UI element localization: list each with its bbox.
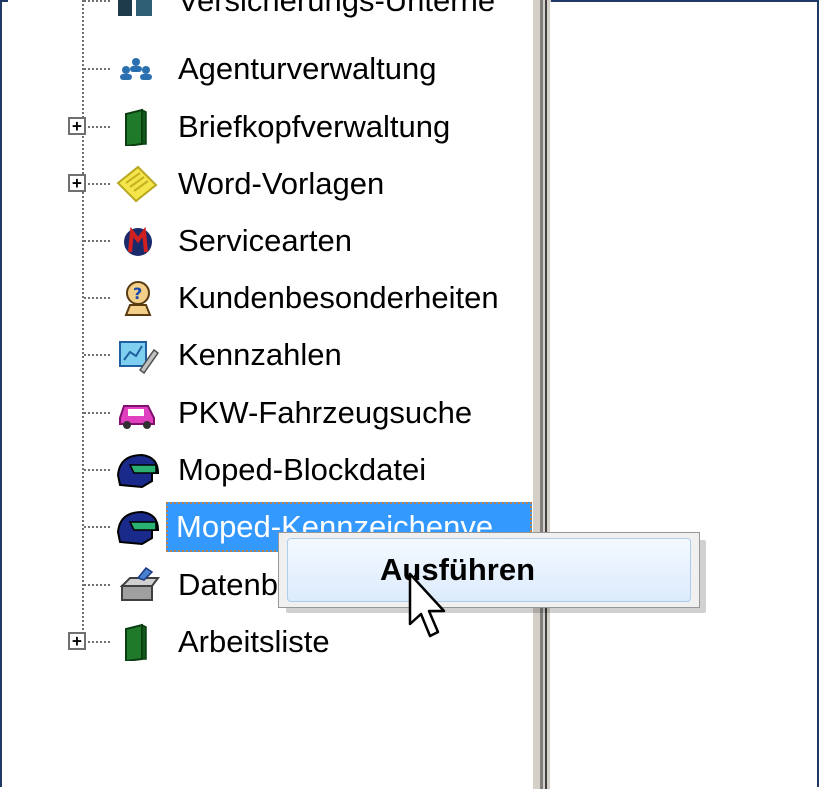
expand-plus-icon[interactable]: + [68,117,86,135]
green-book-icon [125,623,147,661]
tree-connector [84,354,110,356]
splitter-line [545,0,547,789]
tree-item-label: Agenturverwaltung [178,51,437,86]
tree-item-label: Arbeitsliste [178,624,330,659]
tree-item-label: PKW-Fahrzeugsuche [178,395,473,430]
tree-connector [84,469,110,471]
context-menu: Ausführen [278,532,700,608]
tree-connector [84,526,110,528]
svg-text:?: ? [133,284,142,303]
helmet-icon [116,510,160,546]
tree-item-versicherungs[interactable]: Versicherungs-Unterne [8,0,532,28]
people-icon [120,58,152,80]
expand-plus-icon[interactable]: + [68,174,86,192]
tree-item-label: Datenb [178,567,278,602]
expand-plus-icon[interactable]: + [68,632,86,650]
question-person-icon: ? [124,281,152,316]
pane-splitter[interactable] [532,0,551,789]
tree-item-label: Briefkopfverwaltung [178,109,451,144]
mouse-cursor-icon [408,572,446,638]
green-book-icon [125,108,147,146]
splitter-line [540,0,543,789]
tree-connector [84,183,110,185]
helmet-icon [116,453,160,489]
tree-item-label: Kennzahlen [178,337,342,372]
navigation-tree[interactable]: Versicherungs-Unterne Agenturverwaltung … [8,0,532,789]
tree-item-label: Versicherungs-Unterne [178,0,496,18]
tree-item-briefkopfverwaltung[interactable]: + Briefkopfverwaltung [8,98,532,154]
menu-item-ausfuehren[interactable]: Ausführen [287,538,691,602]
pink-car-icon [119,405,155,429]
tree-item-pkw-fahrzeugsuche[interactable]: PKW-Fahrzeugsuche [8,384,532,440]
tree-item-kennzahlen[interactable]: Kennzahlen [8,326,532,382]
tree-item-label: Word-Vorlagen [178,166,385,201]
tree-item-kundenbesonderheiten[interactable]: ? Kundenbesonderheiten [8,269,532,325]
notepad-icon [116,165,158,203]
tree-connector [84,240,110,242]
tree-connector [84,0,110,2]
tree-item-label: Kundenbesonderheiten [178,280,499,315]
tree-item-servicearten[interactable]: Servicearten [8,212,532,268]
pen-chart-icon [119,341,160,374]
tree-connector [84,641,110,643]
tree-connector [84,297,110,299]
tree-connector [84,584,110,586]
tree-item-label: Moped-Blockdatei [178,452,427,487]
tree-connector [84,412,110,414]
tree-connector [84,126,110,128]
building-icon [118,0,152,16]
tree-item-agenturverwaltung[interactable]: Agenturverwaltung [8,40,532,96]
service-icon [124,226,152,256]
tree-item-moped-blockdatei[interactable]: Moped-Blockdatei [8,441,532,497]
content-pane [550,2,817,789]
database-icon [119,566,160,601]
tree-connector [84,68,110,70]
tree-item-label: Servicearten [178,223,353,258]
menu-item-label: Ausführen [380,552,535,587]
tree-item-word-vorlagen[interactable]: + Word-Vorlagen [8,155,532,211]
